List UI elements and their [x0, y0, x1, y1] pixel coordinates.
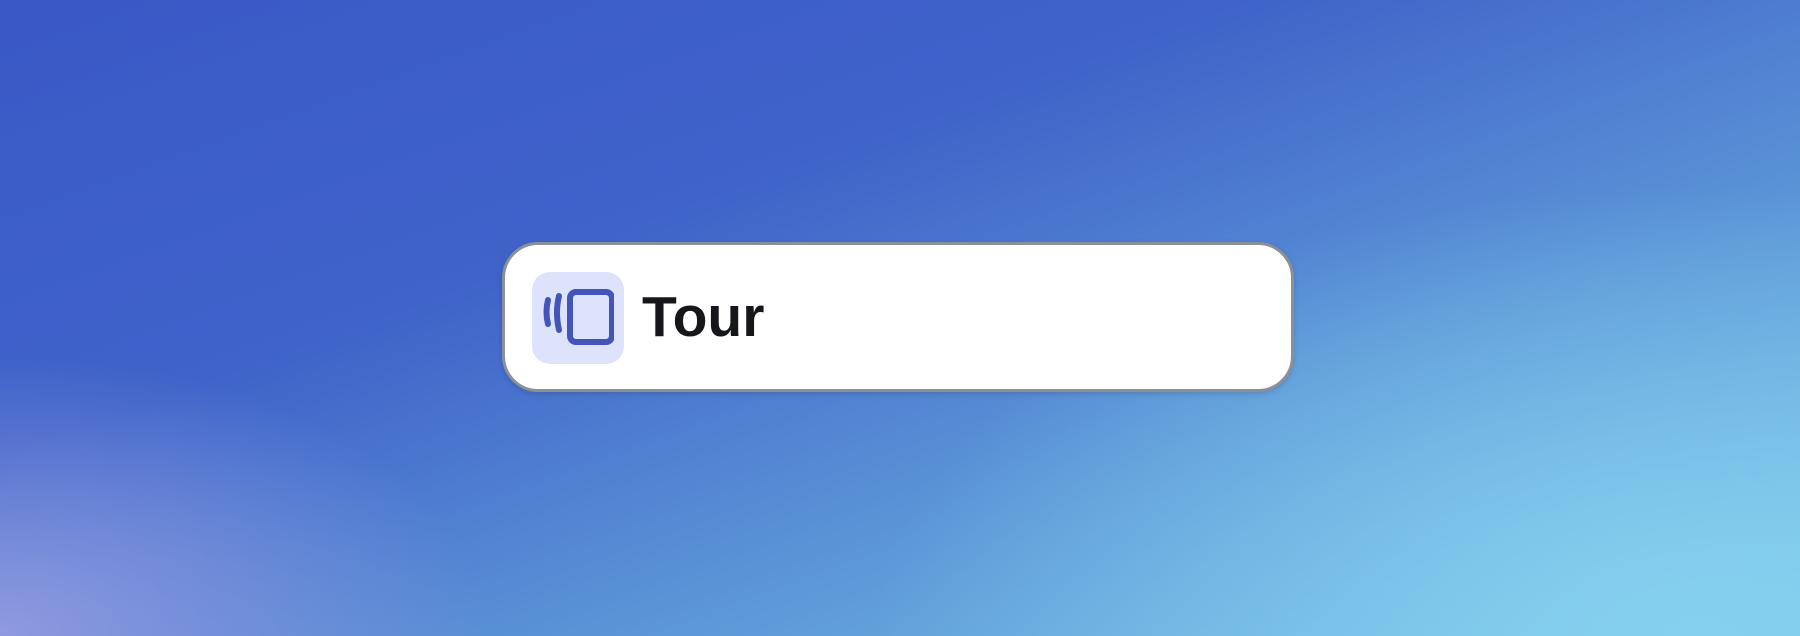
tour-card[interactable]: Tour — [502, 242, 1294, 392]
carousel-slides-icon — [543, 289, 614, 345]
tour-title: Tour — [642, 285, 765, 349]
tour-icon-container — [532, 272, 624, 364]
